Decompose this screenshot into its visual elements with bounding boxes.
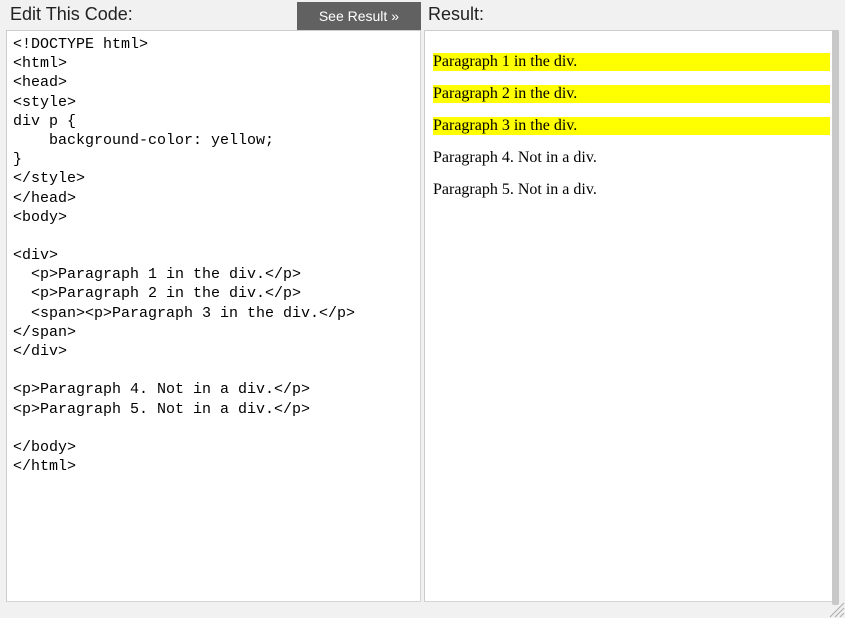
code-editor[interactable] bbox=[6, 30, 421, 602]
result-frame: Paragraph 1 in the div. Paragraph 2 in t… bbox=[424, 30, 839, 602]
scrollbar[interactable] bbox=[832, 30, 839, 605]
result-paragraph: Paragraph 5. Not in a div. bbox=[433, 181, 830, 199]
result-paragraph: Paragraph 3 in the div. bbox=[433, 117, 830, 135]
result-paragraph: Paragraph 4. Not in a div. bbox=[433, 149, 830, 167]
result-paragraph: Paragraph 1 in the div. bbox=[433, 53, 830, 71]
result-title: Result: bbox=[428, 4, 484, 24]
result-panel: Result: Paragraph 1 in the div. Paragrap… bbox=[424, 3, 839, 602]
editor-title: Edit This Code: bbox=[10, 4, 133, 24]
editor-panel: Edit This Code: See Result » bbox=[6, 3, 421, 602]
editor-header: Edit This Code: See Result » bbox=[6, 3, 421, 30]
see-result-button[interactable]: See Result » bbox=[297, 2, 421, 30]
result-paragraph: Paragraph 2 in the div. bbox=[433, 85, 830, 103]
tryit-container: Edit This Code: See Result » Result: Par… bbox=[0, 0, 845, 608]
result-header: Result: bbox=[424, 3, 839, 30]
resize-handle-icon[interactable] bbox=[825, 598, 845, 618]
